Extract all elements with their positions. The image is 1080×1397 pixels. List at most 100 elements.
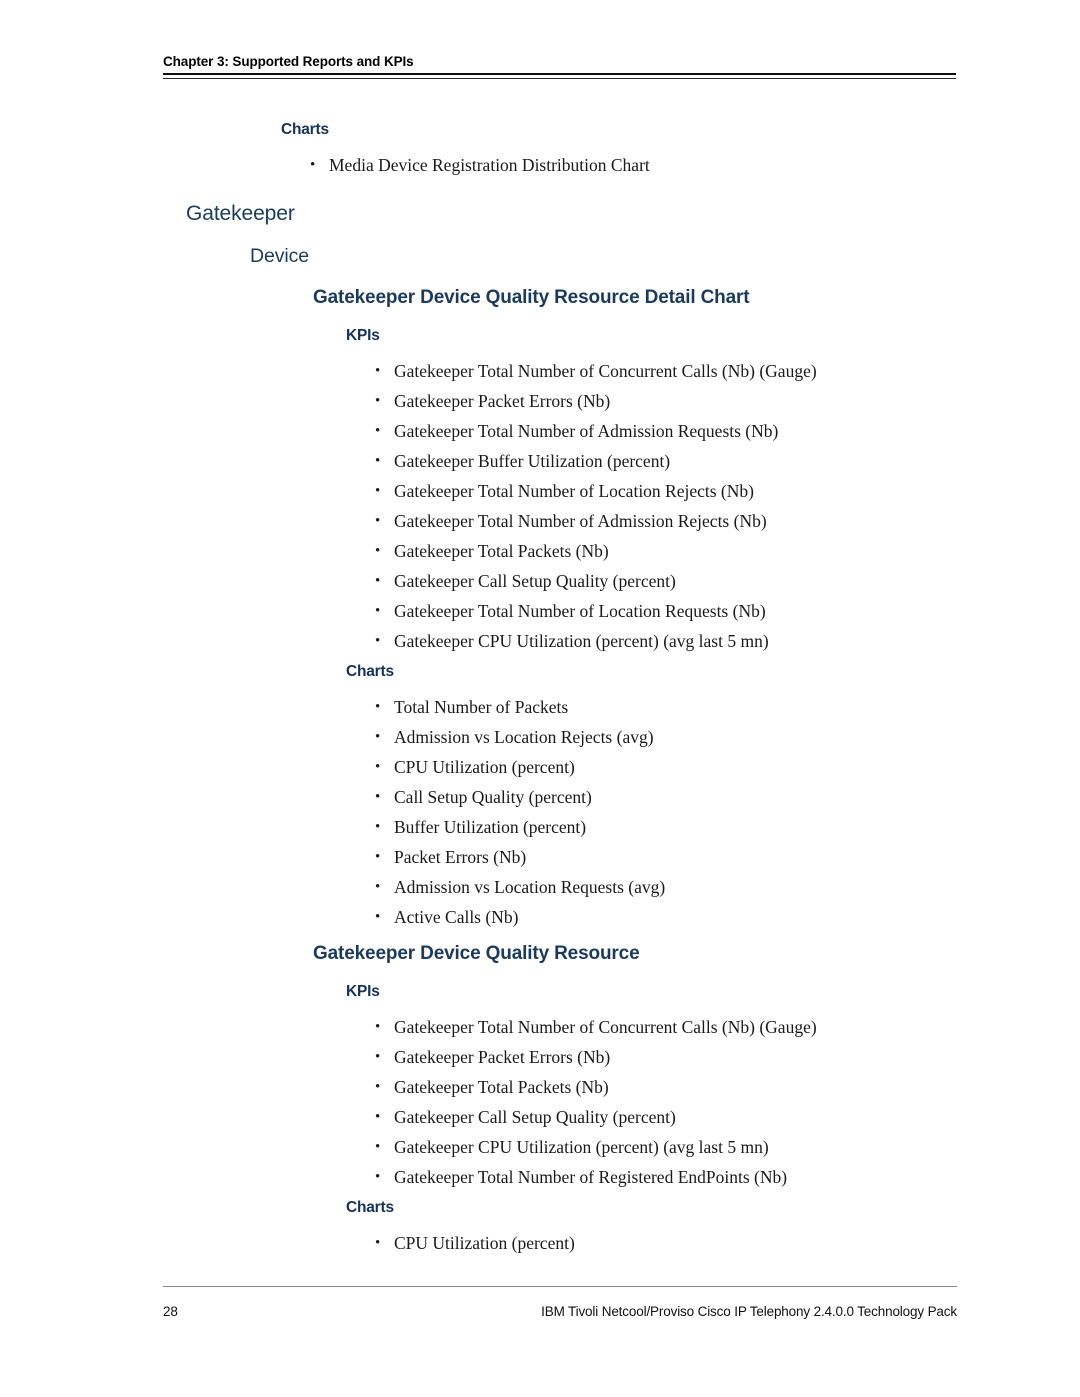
list-item-label: Admission vs Location Requests (avg) [394,877,666,897]
bullet-icon: • [375,573,381,589]
list-item-label: Call Setup Quality (percent) [394,787,592,807]
list-item-label: Admission vs Location Rejects (avg) [394,727,654,747]
section-2-charts-list: • CPU Utilization (percent) [375,1228,575,1258]
list-item: • Gatekeeper Total Number of Concurrent C… [375,1012,817,1042]
bullet-list: • Media Device Registration Distribution … [310,150,650,180]
list-item: • Gatekeeper Total Number of Concurrent C… [375,356,817,386]
list-item-label: CPU Utilization (percent) [394,1233,575,1253]
bullet-list: • Gatekeeper Total Number of Concurrent C… [375,356,817,656]
list-item: • Gatekeeper Buffer Utilization (percent) [375,446,817,476]
list-item-label: Gatekeeper Packet Errors (Nb) [394,1047,611,1067]
list-item-label: Gatekeeper Call Setup Quality (percent) [394,1107,676,1127]
list-item: • Gatekeeper Call Setup Quality (percent) [375,566,817,596]
bullet-list: • Gatekeeper Total Number of Concurrent C… [375,1012,817,1192]
section-title: Gatekeeper Device Quality Resource Detai… [313,287,750,308]
list-item-label: Gatekeeper Total Packets (Nb) [394,541,609,561]
list-item-label: Gatekeeper CPU Utilization (percent) (av… [394,1137,769,1157]
bullet-icon: • [375,1049,381,1065]
bullet-icon: • [375,1169,381,1185]
heading-level-1: Gatekeeper [186,202,295,225]
list-item: • Gatekeeper Packet Errors (Nb) [375,386,817,416]
list-item-label: Gatekeeper Total Number of Location Requ… [394,601,766,621]
section-1-charts-list: • Total Number of Packets • Admission vs Lo… [375,692,665,932]
list-item-label: Gatekeeper Call Setup Quality (percent) [394,571,676,591]
list-item-label: Gatekeeper Total Number of Location Reje… [394,481,754,501]
list-item: • Total Number of Packets [375,692,665,722]
intro-charts-label: Charts [281,121,329,138]
list-item: • Admission vs Location Rejects (avg) [375,722,665,752]
list-item-label: Gatekeeper Total Packets (Nb) [394,1077,609,1097]
list-item: • Gatekeeper Total Number of Admission Re… [375,506,817,536]
page-number: 28 [163,1304,178,1319]
list-item-label: Total Number of Packets [394,697,569,717]
bullet-icon: • [375,909,381,925]
document-page: Chapter 3: Supported Reports and KPIs Ch… [0,0,1080,1397]
intro-charts-label-block: Charts [281,121,329,139]
list-item: • Packet Errors (Nb) [375,842,665,872]
bullet-icon: • [375,1019,381,1035]
bullet-icon: • [375,483,381,499]
bullet-icon: • [375,603,381,619]
bullet-icon: • [375,363,381,379]
publication-title: IBM Tivoli Netcool/Proviso Cisco IP Tele… [541,1304,957,1319]
bullet-icon: • [375,423,381,439]
list-item-label: Gatekeeper Total Number of Admission Rej… [394,511,767,531]
bullet-icon: • [375,729,381,745]
charts-label: Charts [346,1199,394,1216]
section-1-title-block: Gatekeeper Device Quality Resource Detai… [313,287,750,309]
running-head-text: Chapter 3: Supported Reports and KPIs [163,54,414,69]
list-item: • CPU Utilization (percent) [375,1228,575,1258]
list-item: • Gatekeeper Total Number of Registered E… [375,1162,817,1192]
list-item-label: Active Calls (Nb) [394,907,519,927]
list-item: • Gatekeeper CPU Utilization (percent) (a… [375,626,817,656]
intro-charts-list: • Media Device Registration Distribution … [310,150,650,180]
list-item-label: Gatekeeper Total Number of Concurrent Ca… [394,361,817,381]
bullet-icon: • [375,543,381,559]
page-footer: 28 IBM Tivoli Netcool/Proviso Cisco IP T… [163,1286,957,1319]
list-item: • Gatekeeper Packet Errors (Nb) [375,1042,817,1072]
list-item-label: Gatekeeper CPU Utilization (percent) (av… [394,631,769,651]
list-item: • CPU Utilization (percent) [375,752,665,782]
charts-label: Charts [346,663,394,680]
bullet-icon: • [375,393,381,409]
kpis-label: KPIs [346,983,380,1000]
list-item-label: Packet Errors (Nb) [394,847,527,867]
list-item-label: Media Device Registration Distribution C… [329,155,650,175]
bullet-icon: • [310,157,316,173]
heading-gatekeeper-block: Gatekeeper [186,202,295,226]
list-item-label: Gatekeeper Total Number of Admission Req… [394,421,779,441]
bullet-icon: • [375,1079,381,1095]
bullet-icon: • [375,879,381,895]
list-item-label: Buffer Utilization (percent) [394,817,587,837]
list-item: • Gatekeeper Total Number of Admission Re… [375,416,817,446]
list-item: • Gatekeeper Total Packets (Nb) [375,1072,817,1102]
list-item: • Call Setup Quality (percent) [375,782,665,812]
list-item: • Gatekeeper CPU Utilization (percent) (a… [375,1132,817,1162]
bullet-icon: • [375,513,381,529]
section-2-title-block: Gatekeeper Device Quality Resource [313,943,640,965]
section-1-kpis-list: • Gatekeeper Total Number of Concurrent C… [375,356,817,656]
list-item: • Admission vs Location Requests (avg) [375,872,665,902]
list-item: • Gatekeeper Total Number of Location Rej… [375,476,817,506]
running-head-rule [163,73,956,79]
list-item: • Media Device Registration Distribution … [310,150,650,180]
bullet-icon: • [375,1235,381,1251]
running-head: Chapter 3: Supported Reports and KPIs [163,54,956,79]
list-item-label: Gatekeeper Total Number of Registered En… [394,1167,788,1187]
bullet-icon: • [375,819,381,835]
footer-rule [163,1286,957,1287]
bullet-icon: • [375,633,381,649]
bullet-list: • CPU Utilization (percent) [375,1228,575,1258]
bullet-icon: • [375,789,381,805]
heading-device-block: Device [250,245,309,268]
section-title: Gatekeeper Device Quality Resource [313,943,640,964]
bullet-icon: • [375,849,381,865]
kpis-label: KPIs [346,327,380,344]
section-1-kpis-label-block: KPIs [346,327,380,345]
list-item-label: Gatekeeper Total Number of Concurrent Ca… [394,1017,817,1037]
section-2-kpis-label-block: KPIs [346,983,380,1001]
bullet-icon: • [375,759,381,775]
list-item: • Active Calls (Nb) [375,902,665,932]
bullet-icon: • [375,453,381,469]
bullet-icon: • [375,699,381,715]
